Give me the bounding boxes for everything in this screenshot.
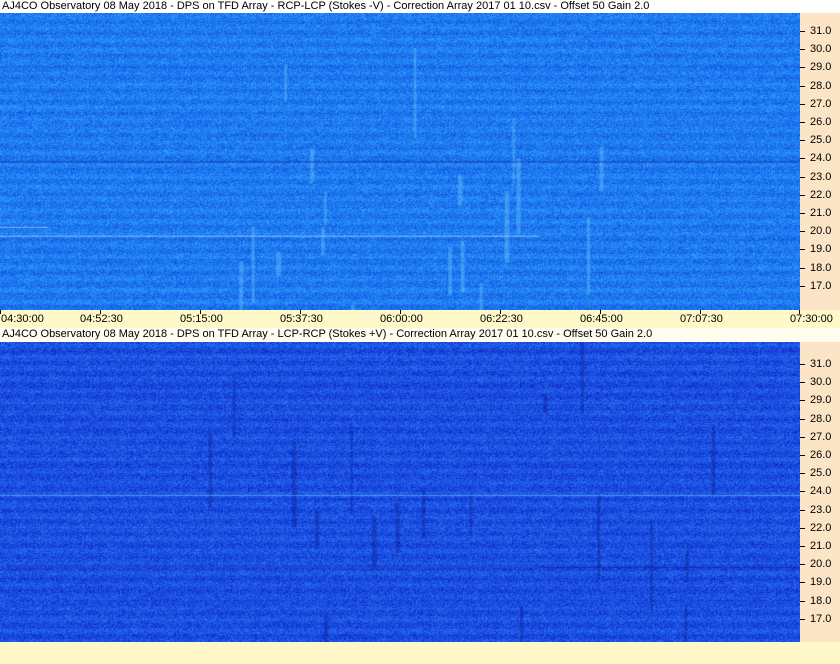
- panel2-title: AJ4CO Observatory 08 May 2018 - DPS on T…: [0, 328, 840, 341]
- bottom-status-strip: [0, 642, 840, 664]
- panel2-spectrogram[interactable]: [0, 342, 800, 642]
- freq-label: 17.0: [810, 612, 832, 625]
- freq-tick: [800, 473, 805, 475]
- freq-label: 29.0: [810, 61, 832, 74]
- freq-label: 19.0: [810, 576, 832, 589]
- freq-tick: [800, 213, 805, 214]
- freq-tick: [800, 582, 805, 584]
- freq-label: 31.0: [810, 25, 832, 37]
- time-label: 05:15:00: [180, 313, 223, 325]
- freq-label: 28.0: [810, 79, 832, 92]
- time-label: 06:00:00: [380, 313, 423, 325]
- time-label: 06:45:00: [580, 313, 623, 325]
- time-label: 05:37:30: [280, 313, 323, 325]
- freq-label: 30.0: [810, 43, 832, 56]
- freq-tick: [800, 267, 805, 269]
- freq-label: 20.0: [810, 225, 832, 238]
- freq-tick: [800, 231, 805, 233]
- freq-tick: [800, 140, 805, 142]
- time-label: 06:22:30: [480, 313, 523, 325]
- freq-label: 27.0: [810, 97, 832, 110]
- time-label: 07:30:00: [790, 313, 833, 325]
- freq-tick: [800, 249, 805, 251]
- freq-tick: [800, 546, 805, 547]
- freq-label: 24.0: [810, 485, 832, 498]
- freq-label: 27.0: [810, 430, 832, 443]
- freq-tick: [800, 285, 805, 287]
- panel1-title: AJ4CO Observatory 08 May 2018 - DPS on T…: [0, 0, 840, 13]
- freq-tick: [800, 49, 805, 51]
- freq-tick: [800, 455, 805, 456]
- freq-label: 22.0: [810, 521, 832, 534]
- freq-tick: [800, 527, 805, 529]
- time-label: 07:07:30: [680, 313, 723, 325]
- freq-tick: [800, 31, 805, 32]
- freq-tick: [800, 436, 805, 438]
- freq-tick: [800, 509, 805, 511]
- freq-tick: [800, 418, 805, 420]
- freq-tick: [800, 194, 805, 196]
- freq-label: 19.0: [810, 243, 832, 256]
- panel1-spectrogram[interactable]: [0, 13, 800, 310]
- freq-tick: [800, 122, 805, 123]
- freq-tick: [800, 364, 805, 365]
- freq-label: 26.0: [810, 449, 832, 461]
- freq-label: 20.0: [810, 558, 832, 571]
- freq-tick: [800, 85, 805, 87]
- freq-tick: [800, 564, 805, 566]
- freq-label: 21.0: [810, 207, 832, 219]
- freq-label: 23.0: [810, 503, 832, 516]
- freq-label: 21.0: [810, 540, 832, 552]
- freq-label: 18.0: [810, 261, 832, 274]
- freq-label: 31.0: [810, 358, 832, 370]
- panel1-frequency-axis: 31.0 30.0 29.0 28.0 27.0 26.0 25.0 24.0 23.0 22.0…: [800, 13, 840, 310]
- freq-label: 25.0: [810, 467, 832, 480]
- freq-tick: [800, 618, 805, 620]
- freq-tick: [800, 158, 805, 160]
- freq-label: 23.0: [810, 170, 832, 183]
- freq-label: 30.0: [810, 376, 832, 389]
- freq-tick: [800, 382, 805, 384]
- panel2-frequency-axis: 31.0 30.0 29.0 28.0 27.0 26.0 25.0 24.0 23.0 22.0…: [800, 342, 840, 642]
- freq-label: 25.0: [810, 134, 832, 147]
- freq-tick: [800, 103, 805, 105]
- freq-label: 26.0: [810, 116, 832, 128]
- freq-tick: [800, 491, 805, 493]
- freq-label: 29.0: [810, 394, 832, 407]
- time-label: 04:52:30: [80, 313, 123, 325]
- freq-label: 24.0: [810, 152, 832, 165]
- freq-tick: [800, 176, 805, 178]
- freq-label: 22.0: [810, 188, 832, 201]
- freq-tick: [800, 67, 805, 69]
- freq-label: 18.0: [810, 594, 832, 607]
- freq-label: 17.0: [810, 279, 832, 292]
- freq-tick: [800, 600, 805, 602]
- freq-label: 28.0: [810, 412, 832, 425]
- time-axis: 04:30:00 04:52:30 05:15:00 05:37:30 06:00:00…: [0, 310, 840, 328]
- freq-tick: [800, 400, 805, 402]
- time-label: 04:30:00: [1, 313, 44, 325]
